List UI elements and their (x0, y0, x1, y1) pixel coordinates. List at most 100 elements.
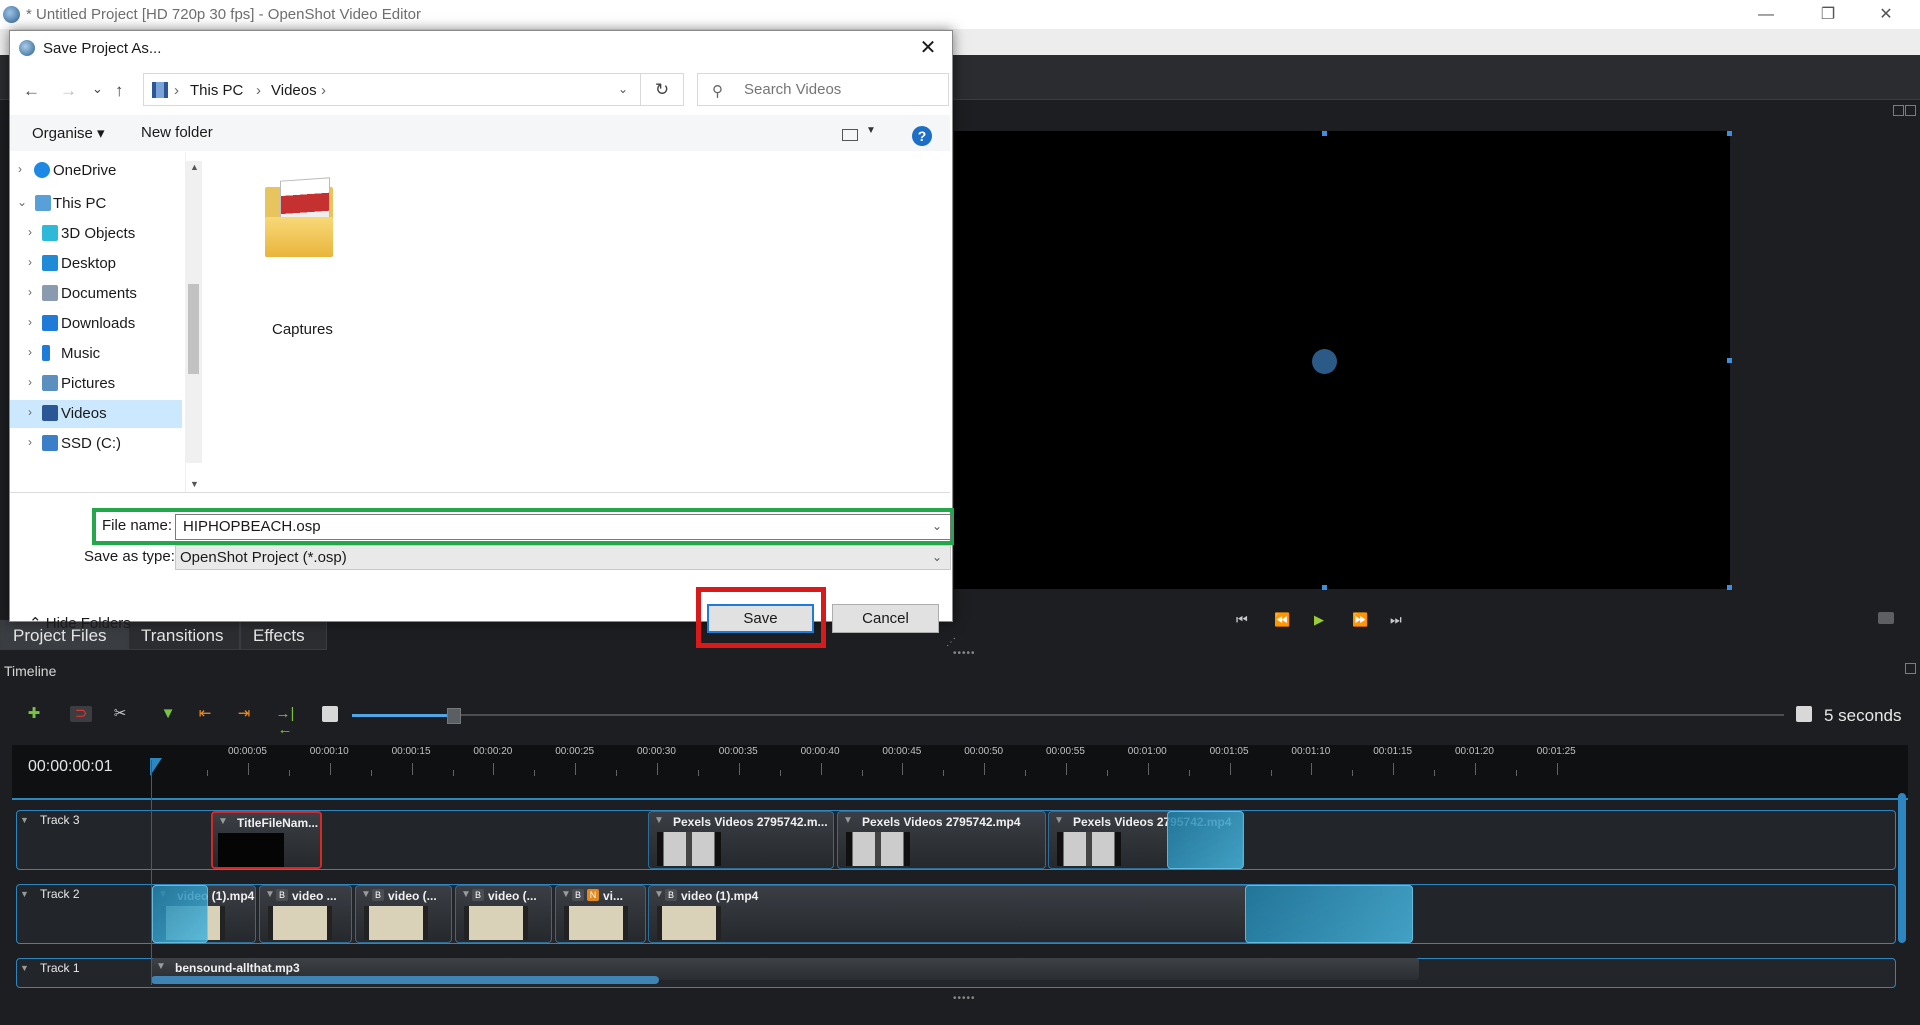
forward-button[interactable]: → (60, 81, 77, 101)
camera-icon[interactable] (1878, 612, 1894, 624)
clip-menu-icon[interactable]: ▼ (461, 889, 471, 900)
folder-captures[interactable] (255, 177, 339, 277)
file-name-value[interactable]: HIPHOPBEACH.osp (183, 518, 321, 535)
help-button[interactable]: ? (912, 126, 932, 146)
dock-close-icon[interactable] (1905, 105, 1916, 116)
clip-video[interactable]: ▼ Pexels Videos 2795742.m... (648, 811, 834, 869)
file-name-field[interactable]: HIPHOPBEACH.osp ⌄ (175, 514, 951, 540)
transition-clip[interactable] (1245, 885, 1413, 943)
organise-menu[interactable]: Organise ▾ (32, 124, 105, 142)
clip-menu-icon[interactable]: ▼ (654, 815, 664, 826)
nav-item-videos[interactable]: › Videos (10, 400, 182, 428)
clip-video[interactable]: ▼ Pexels Videos 2795742.mp4 (837, 811, 1046, 869)
clip-video[interactable]: ▼ B video (... (455, 885, 552, 943)
clip-title[interactable]: ▼ TitleFileNam... (211, 811, 322, 869)
chevron-right-icon[interactable]: › (28, 255, 32, 269)
dock-float-icon[interactable] (1905, 663, 1916, 674)
clip-video[interactable]: ▼ B video (... (355, 885, 452, 943)
timeline-horizontal-scrollbar[interactable] (151, 976, 659, 984)
clip-menu-icon[interactable]: ▼ (265, 889, 275, 900)
zoom-fit-icon[interactable] (322, 706, 338, 722)
clip-menu-icon[interactable]: ▼ (561, 889, 571, 900)
video-preview[interactable] (954, 131, 1730, 589)
maximize-button[interactable]: ❐ (1800, 0, 1856, 29)
folder-name[interactable]: Captures (272, 321, 333, 338)
breadcrumb-this-pc[interactable]: This PC (190, 82, 243, 99)
clip-menu-icon[interactable]: ▼ (654, 889, 664, 900)
nav-item-documents[interactable]: › Documents (10, 280, 182, 308)
chevron-right-icon[interactable]: › (28, 345, 32, 359)
nav-item-this-pc[interactable]: ⌄ This PC (10, 190, 182, 218)
minimize-button[interactable]: — (1738, 0, 1794, 29)
up-button[interactable]: ↑ (115, 81, 124, 101)
splitter-grip[interactable]: ••••• (953, 993, 976, 1004)
dock-float-icon[interactable] (1893, 105, 1904, 116)
chevron-right-icon[interactable]: › (28, 285, 32, 299)
zoom-slider-thumb[interactable] (447, 708, 461, 724)
search-input[interactable] (742, 80, 946, 99)
snapping-icon[interactable]: ⊃ (70, 706, 92, 722)
clip-menu-icon[interactable]: ▼ (1054, 815, 1064, 826)
next-marker-icon[interactable]: ⇥ (236, 706, 252, 722)
clip-video[interactable]: ▼ B N vi... (555, 885, 646, 943)
fast-forward-button[interactable]: ⏩ (1352, 612, 1368, 628)
close-window-button[interactable]: ✕ (1858, 0, 1914, 29)
transition-clip[interactable] (152, 885, 208, 943)
chevron-right-icon[interactable]: › (28, 315, 32, 329)
transform-handle[interactable] (1727, 585, 1732, 590)
nav-item-ssd[interactable]: › SSD (C:) (10, 430, 182, 452)
view-options-icon[interactable] (842, 129, 858, 141)
chevron-right-icon[interactable]: › (28, 405, 32, 419)
clip-menu-icon[interactable]: ▼ (218, 816, 228, 827)
splitter-grip[interactable]: ••••• (953, 648, 976, 659)
chevron-down-icon[interactable]: ⌄ (17, 195, 27, 209)
save-as-type-select[interactable]: OpenShot Project (*.osp) ⌄ (175, 545, 951, 570)
tab-effects[interactable]: Effects (240, 620, 327, 650)
transform-handle[interactable] (1727, 131, 1732, 136)
view-options-dropdown[interactable]: ▼ (866, 125, 876, 136)
nav-item-pictures[interactable]: › Pictures (10, 370, 182, 398)
track-menu-icon[interactable]: ▼ (20, 889, 29, 899)
nav-item-desktop[interactable]: › Desktop (10, 250, 182, 278)
track-menu-icon[interactable]: ▼ (20, 815, 29, 825)
zoom-slider-track[interactable] (452, 714, 1784, 716)
nav-item-downloads[interactable]: › Downloads (10, 310, 182, 338)
resize-grip-icon[interactable]: ⋰ (946, 637, 956, 648)
tab-transitions[interactable]: Transitions (128, 620, 240, 650)
search-box[interactable]: ⚲ (697, 73, 949, 106)
jump-start-button[interactable]: ⏮ (1236, 612, 1248, 628)
nav-item-music[interactable]: › Music (10, 340, 182, 368)
jump-end-button[interactable]: ⏭ (1390, 612, 1402, 628)
nav-pane-scroll-thumb[interactable] (188, 284, 199, 374)
timeline-ruler[interactable] (12, 745, 1908, 800)
transition-clip[interactable] (1167, 811, 1244, 869)
new-folder-button[interactable]: New folder (141, 124, 213, 141)
chevron-down-icon[interactable]: ⌄ (932, 550, 942, 564)
refresh-button[interactable]: ↻ (641, 73, 684, 106)
dialog-close-button[interactable]: ✕ (914, 35, 942, 61)
razor-icon[interactable]: ✂ (112, 706, 128, 722)
transform-handle[interactable] (1727, 358, 1732, 363)
chevron-down-icon[interactable]: ⌄ (618, 82, 628, 96)
scroll-down-icon[interactable]: ▼ (190, 479, 199, 489)
rewind-button[interactable]: ⏪ (1274, 612, 1290, 628)
clip-video[interactable]: ▼ B video ... (259, 885, 352, 943)
timeline-vertical-scrollbar[interactable] (1898, 793, 1906, 943)
nav-item-onedrive[interactable]: › OneDrive (10, 157, 182, 185)
clip-menu-icon[interactable]: ▼ (361, 889, 371, 900)
center-playhead-icon[interactable]: →|← (272, 706, 298, 738)
chevron-down-icon[interactable]: ⌄ (932, 519, 942, 533)
transform-handle[interactable] (1322, 585, 1327, 590)
chevron-right-icon[interactable]: › (28, 225, 32, 239)
chevron-right-icon[interactable]: › (18, 162, 22, 176)
track-menu-icon[interactable]: ▼ (20, 963, 29, 973)
add-track-icon[interactable]: ✚ (26, 706, 42, 722)
address-bar[interactable]: › This PC › Videos › ⌄ (143, 73, 641, 106)
scroll-up-icon[interactable]: ▲ (190, 162, 199, 172)
clip-menu-icon[interactable]: ▼ (156, 961, 166, 972)
clip-menu-icon[interactable]: ▼ (843, 815, 853, 826)
chevron-right-icon[interactable]: › (28, 375, 32, 389)
previous-marker-icon[interactable]: ⇤ (197, 706, 213, 722)
nav-item-3d-objects[interactable]: › 3D Objects (10, 220, 182, 248)
save-button[interactable]: Save (707, 604, 814, 633)
